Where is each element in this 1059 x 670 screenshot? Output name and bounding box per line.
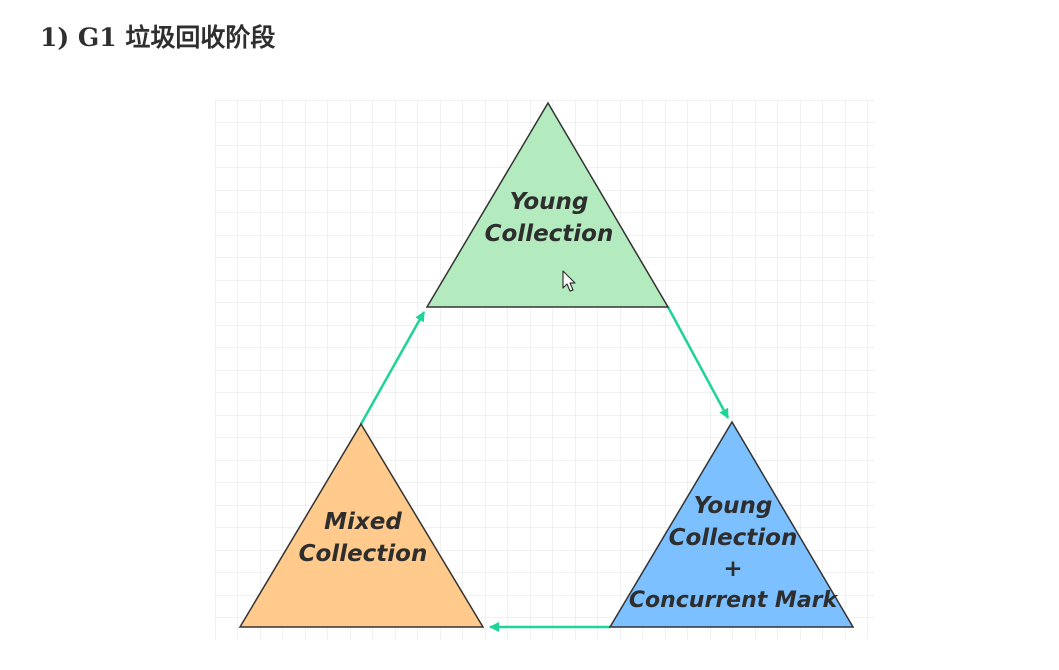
young-collection-label-line2: Collection [485, 221, 614, 247]
g1-phase-diagram: Young Collection Young Collection + Conc… [215, 100, 875, 640]
concurrent-mark-label-line2: Collection [669, 525, 798, 551]
page: 1) G1 垃圾回收阶段 Young Collection Young Coll… [0, 0, 1059, 670]
concurrent-mark-label-line4: Concurrent Mark [629, 588, 839, 613]
mixed-collection-label-line2: Collection [299, 541, 428, 567]
young-collection-label-line1: Young [510, 189, 589, 215]
mixed-collection-label-line1: Mixed [324, 509, 402, 535]
concurrent-mark-label-line3: + [723, 556, 742, 582]
concurrent-mark-label-line1: Young [694, 493, 773, 519]
